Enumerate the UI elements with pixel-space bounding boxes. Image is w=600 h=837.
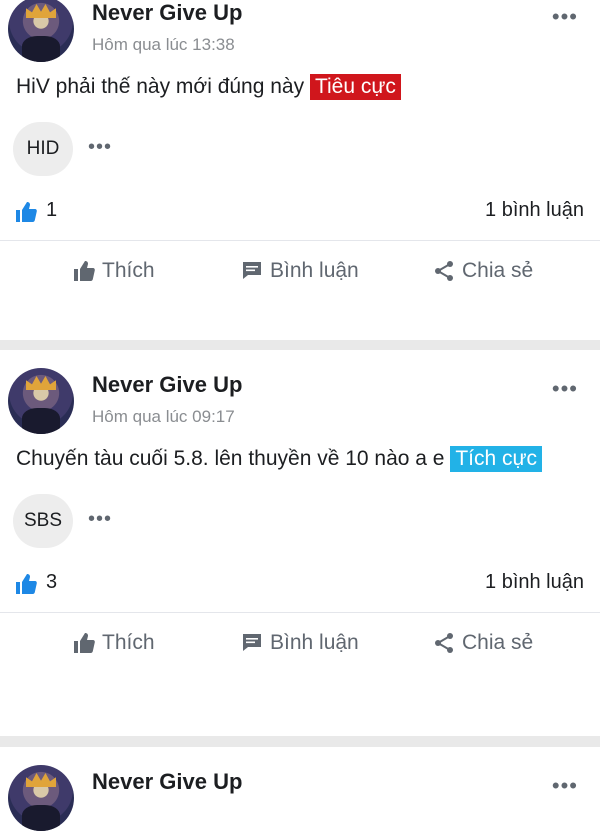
comment-count[interactable]: 1 bình luận [485,199,584,222]
reaction-chips: SBS ••• [0,494,600,550]
comment-button[interactable]: Bình luận [240,631,359,655]
comment-button[interactable]: Bình luận [240,259,359,283]
like-button[interactable]: Thích [72,259,155,283]
more-horizontal-icon[interactable]: ••• [552,4,578,30]
post-stats: 1 1 bình luận [0,188,600,240]
sentiment-tag: Tiêu cực [309,74,401,100]
share-icon [435,261,453,281]
post-header: Never Give Up ••• [0,747,600,837]
comment-icon [243,634,261,651]
comment-count[interactable]: 1 bình luận [485,571,584,594]
user-chip[interactable]: HID [13,122,73,176]
avatar[interactable] [8,0,74,62]
sentiment-tag: Tích cực [450,446,543,472]
like-count[interactable]: 1 [46,199,57,222]
share-icon [435,633,453,653]
post-body: HiV phải thế này mới đúng này [16,75,305,98]
post-card: Never Give Up ••• [0,747,600,837]
reaction-chips: HID ••• [0,122,600,178]
post-time[interactable]: Hôm qua lúc 09:17 [92,407,235,427]
post-text: Chuyến tàu cuối 5.8. lên thuyền về 10 nà… [0,444,600,474]
post-author[interactable]: Never Give Up [92,769,242,795]
thumbs-up-icon[interactable] [14,572,38,596]
post-author[interactable]: Never Give Up [92,372,242,398]
comment-icon [243,262,261,279]
post-header: Never Give Up Hôm qua lúc 13:38 ••• [0,0,600,68]
thumbs-up-icon [74,261,95,281]
post-author[interactable]: Never Give Up [92,0,242,26]
share-label: Chia sẻ [462,259,534,282]
more-horizontal-icon[interactable]: ••• [88,508,112,531]
post-time[interactable]: Hôm qua lúc 13:38 [92,35,235,55]
like-label: Thích [102,631,155,654]
post-body: Chuyến tàu cuối 5.8. lên thuyền về 10 nà… [16,447,445,470]
comment-label: Bình luận [270,631,359,654]
post-text: HiV phải thế này mới đúng này Tiêu cực [0,72,600,102]
like-label: Thích [102,259,155,282]
user-chip[interactable]: SBS [13,494,73,548]
more-horizontal-icon[interactable]: ••• [552,773,578,799]
thumbs-up-icon[interactable] [14,200,38,224]
avatar[interactable] [8,765,74,831]
post-stats: 3 1 bình luận [0,560,600,612]
post-card: Never Give Up Hôm qua lúc 09:17 ••• Chuy… [0,350,600,675]
share-button[interactable]: Chia sẻ [432,259,533,283]
like-count[interactable]: 3 [46,571,57,594]
post-actions: Thích Bình luận Chia sẻ [0,241,600,303]
post-header: Never Give Up Hôm qua lúc 09:17 ••• [0,350,600,440]
more-horizontal-icon[interactable]: ••• [552,376,578,402]
avatar[interactable] [8,368,74,434]
thumbs-up-icon [74,633,95,653]
share-button[interactable]: Chia sẻ [432,631,533,655]
post-card: Never Give Up Hôm qua lúc 13:38 ••• HiV … [0,0,600,303]
more-horizontal-icon[interactable]: ••• [88,136,112,159]
share-label: Chia sẻ [462,631,534,654]
post-actions: Thích Bình luận Chia sẻ [0,613,600,675]
comment-label: Bình luận [270,259,359,282]
like-button[interactable]: Thích [72,631,155,655]
